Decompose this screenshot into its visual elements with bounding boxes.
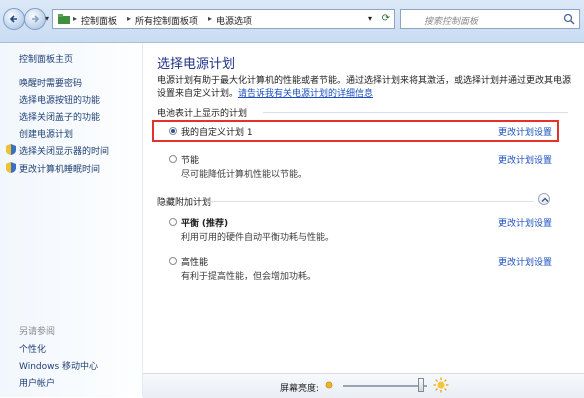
address-dropdown-icon[interactable]: ▾ bbox=[368, 14, 372, 23]
plan-name-balanced-text: 平衡 bbox=[181, 219, 200, 229]
chevron-up-icon bbox=[541, 197, 549, 202]
shield-icon bbox=[6, 144, 16, 155]
plan-desc-power-saver: 尽可能降低计算机性能以节能。 bbox=[181, 170, 308, 180]
highlight-box bbox=[152, 120, 559, 142]
page-description: 电源计划有助于最大化计算机的性能或者节能。通过选择计划来将其激活，或选择计划并通… bbox=[157, 75, 572, 101]
brightness-label: 屏幕亮度: bbox=[280, 384, 320, 394]
breadcrumb-power-options[interactable]: 电源选项 bbox=[216, 14, 252, 27]
sidebar-see-personalization[interactable]: 个性化 bbox=[19, 342, 46, 355]
divider bbox=[263, 112, 568, 113]
page-title: 选择电源计划 bbox=[157, 57, 236, 72]
group-heading-hidden-plans[interactable]: 隐藏附加计划 bbox=[157, 195, 211, 208]
main-content: 选择电源计划 电源计划有助于最大化计算机的性能或者节能。通过选择计划来将其激活，… bbox=[143, 43, 584, 373]
forward-button[interactable] bbox=[24, 8, 46, 30]
bright-sun-icon bbox=[433, 377, 449, 393]
plan-radio-high-performance[interactable] bbox=[169, 257, 177, 265]
sidebar-see-mobility-center[interactable]: Windows 移动中心 bbox=[19, 359, 98, 372]
sidebar: 控制面板主页 唤醒时需要密码 选择电源按钮的功能 选择关闭盖子的功能 创建电源计… bbox=[0, 43, 143, 397]
shield-icon bbox=[6, 162, 16, 173]
search-box[interactable]: 搜索控制面板 bbox=[400, 9, 580, 29]
power-plan-help-link[interactable]: 请告诉我有关电源计划的详细信息 bbox=[238, 89, 373, 99]
address-bar: ▾ ▸ 控制面板 ▸ 所有控制面板项 ▸ 电源选项 ▾ ⟳ 搜索控制面板 bbox=[0, 0, 584, 43]
breadcrumb-separator-icon: ▸ bbox=[208, 14, 213, 23]
back-arrow-icon bbox=[9, 15, 17, 23]
group-heading-battery-plans: 电池表计上显示的计划 bbox=[157, 109, 248, 119]
divider bbox=[207, 201, 534, 202]
plan-radio-balanced[interactable] bbox=[169, 218, 177, 226]
plan-desc-high-performance: 有利于提高性能，但会增加功耗。 bbox=[181, 272, 317, 282]
sidebar-see-user-accounts[interactable]: 用户帐户 bbox=[19, 376, 55, 389]
sidebar-item-power-button[interactable]: 选择电源按钮的功能 bbox=[19, 93, 100, 106]
search-placeholder: 搜索控制面板 bbox=[424, 17, 479, 27]
change-plan-settings-link[interactable]: 更改计划设置 bbox=[498, 216, 552, 229]
plan-name-high-performance[interactable]: 高性能 bbox=[181, 255, 208, 268]
breadcrumb-all-items[interactable]: 所有控制面板项 bbox=[135, 14, 198, 27]
back-button[interactable] bbox=[3, 8, 25, 30]
search-icon[interactable] bbox=[563, 13, 575, 25]
sidebar-item-lid-close[interactable]: 选择关闭盖子的功能 bbox=[19, 110, 100, 123]
control-panel-icon bbox=[58, 14, 70, 24]
sidebar-item-create-plan[interactable]: 创建电源计划 bbox=[19, 127, 73, 140]
breadcrumb-control-panel[interactable]: 控制面板 bbox=[81, 14, 117, 27]
breadcrumb-separator-icon: ▸ bbox=[127, 14, 132, 23]
forward-arrow-icon bbox=[32, 15, 40, 23]
collapse-hidden-plans-button[interactable] bbox=[538, 193, 550, 205]
breadcrumb[interactable]: ▸ 控制面板 ▸ 所有控制面板项 ▸ 电源选项 ▾ ⟳ bbox=[52, 9, 395, 29]
plan-name-power-saver[interactable]: 节能 bbox=[181, 153, 199, 166]
sidebar-item-display-off[interactable]: 选择关闭显示器的时间 bbox=[19, 144, 109, 157]
plan-tag-recommended: (推荐) bbox=[201, 219, 229, 229]
change-plan-settings-link[interactable]: 更改计划设置 bbox=[498, 255, 552, 268]
change-plan-settings-link[interactable]: 更改计划设置 bbox=[498, 153, 552, 166]
see-also-heading: 另请参阅 bbox=[19, 327, 56, 337]
plan-desc-balanced: 利用可用的硬件自动平衡功耗与性能。 bbox=[181, 233, 335, 243]
brightness-slider-thumb[interactable] bbox=[418, 378, 425, 392]
brightness-slider-track[interactable] bbox=[343, 385, 427, 387]
history-dropdown-icon[interactable]: ▾ bbox=[45, 14, 49, 23]
plan-name-balanced[interactable]: 平衡 (推荐) bbox=[181, 216, 228, 229]
sidebar-home-link[interactable]: 控制面板主页 bbox=[19, 52, 73, 65]
sidebar-item-wake-password[interactable]: 唤醒时需要密码 bbox=[19, 76, 82, 89]
plan-radio-power-saver[interactable] bbox=[169, 155, 177, 163]
brightness-bar: 屏幕亮度: bbox=[143, 373, 584, 398]
sidebar-item-sleep-time[interactable]: 更改计算机睡眠时间 bbox=[19, 162, 100, 175]
breadcrumb-separator-icon: ▸ bbox=[73, 14, 78, 23]
refresh-icon[interactable]: ⟳ bbox=[382, 13, 390, 24]
dim-sun-icon bbox=[325, 381, 333, 389]
